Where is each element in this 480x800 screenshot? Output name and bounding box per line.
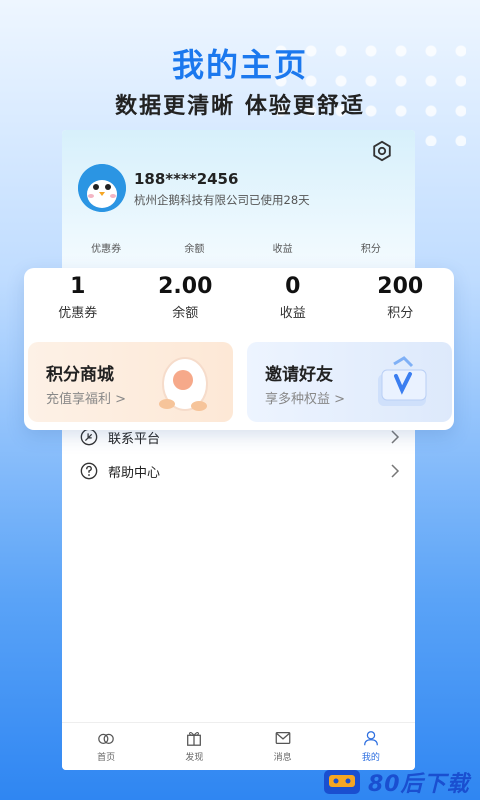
company-usage: 杭州企鹅科技有限公司已使用28天 [134,193,310,207]
tab-home[interactable]: 首页 [62,723,150,770]
menu-item-help[interactable]: 帮助中心 [80,454,400,488]
mini-stat-label: 积分 [360,244,381,255]
promo-subtitle: 充值享福利 > [46,392,127,407]
menu-list: 联系平台 帮助中心 [80,420,400,488]
help-icon [80,462,98,480]
stat-balance[interactable]: 2.00 余额 [132,272,240,321]
mini-stat-label: 收益 [272,244,293,255]
gift-icon [187,731,202,746]
tab-label: 我的 [361,753,380,763]
profile-icon [363,731,378,746]
promo-subtitle: 享多种权益 > [265,392,346,407]
watermark-logo: 80后下载 [320,764,480,800]
points-mall-card[interactable]: 积分商城 充值享福利 > [28,342,233,422]
stats-row: 1 优惠券 2.00 余额 0 收益 200 积分 [24,272,454,321]
robot-logo-icon [324,770,360,794]
chevron-right-icon [391,464,400,478]
message-icon [275,731,291,745]
tab-label: 消息 [273,753,292,763]
tab-label: 发现 [185,753,204,763]
chevron-right-icon [391,430,400,444]
tab-mine[interactable]: 我的 [327,723,415,770]
vip-card-icon [378,356,427,406]
penguin-avatar-icon [78,164,126,212]
stat-coupons[interactable]: 1 优惠券 [24,272,132,321]
stat-points[interactable]: 200 积分 [347,272,455,321]
watermark-text: 80后下载 [368,772,470,797]
settings-icon[interactable] [371,140,393,162]
phone-screen: 188****2456 杭州企鹅科技有限公司已使用28天 优惠券 余额 收益 积… [62,130,415,770]
stat-label: 收益 [279,306,306,321]
stat-value: 1 [70,274,86,299]
leaf-icon [80,428,98,446]
promo-title: 积分商城 [46,365,114,385]
stat-value: 2.00 [158,274,213,299]
menu-item-label: 帮助中心 [108,465,161,481]
avatar[interactable] [78,164,126,212]
mini-stat-label: 优惠券 [91,244,122,255]
invite-friends-card[interactable]: 邀请好友 享多种权益 > [247,342,452,422]
promo-title: 邀请好友 [265,365,333,385]
stat-earnings[interactable]: 0 收益 [239,272,347,321]
stat-label: 优惠券 [58,306,98,321]
stat-value: 0 [285,274,301,299]
stat-label: 余额 [172,306,199,321]
hero-title: 我的主页 [171,46,308,84]
home-icon [98,733,114,745]
user-phone: 188****2456 [134,170,239,188]
stats-card: 1 优惠券 2.00 余额 0 收益 200 积分 积分商城 充值享福利 > 邀… [24,268,454,430]
menu-item-label: 联系平台 [108,431,161,447]
mini-stats-row: 优惠券 余额 收益 积分 [62,240,415,255]
mini-stat-label: 余额 [184,244,205,255]
hero-subtitle: 数据更清晰 体验更舒适 [115,94,365,119]
stat-label: 积分 [387,306,414,321]
tab-discover[interactable]: 发现 [150,723,238,770]
stat-value: 200 [377,274,424,299]
tab-messages[interactable]: 消息 [239,723,327,770]
tab-label: 首页 [97,753,116,763]
bottom-tab-bar: 首页 发现 消息 我的 [62,722,415,770]
egg-mascot-icon [159,357,208,411]
